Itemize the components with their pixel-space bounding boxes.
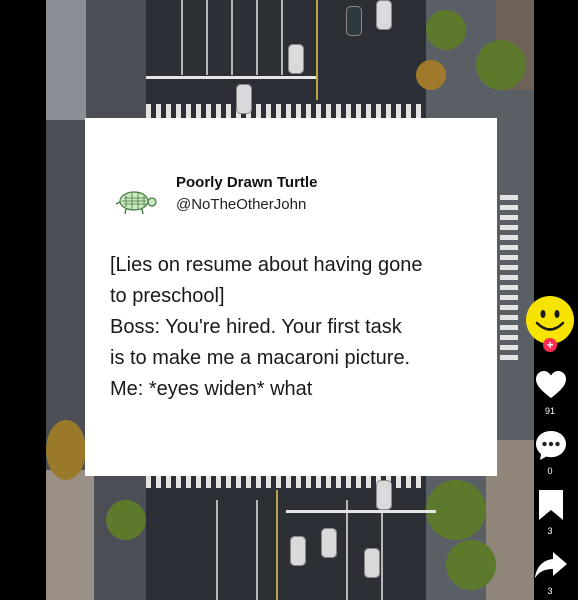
comment-count: 0 (547, 466, 553, 476)
lane-marking (256, 0, 258, 75)
tree (446, 540, 496, 590)
lane-marking (276, 490, 278, 600)
author-handle: @NoTheOtherJohn (176, 196, 307, 213)
bookmark-icon[interactable] (534, 488, 568, 522)
tweet-line: is to make me a macaroni picture. (110, 347, 411, 369)
car (376, 480, 392, 510)
car (236, 84, 252, 114)
lane-marking (346, 500, 348, 600)
tweet-text: [Lies on resume about having gone to pre… (110, 250, 490, 405)
stop-line (146, 76, 316, 79)
tree (106, 500, 146, 540)
heart-icon[interactable] (534, 368, 568, 402)
lane-marking (181, 0, 183, 75)
lane-marking (316, 0, 318, 100)
car (364, 548, 380, 578)
tree (416, 60, 446, 90)
creator-avatar[interactable] (526, 296, 574, 344)
like-count: 91 (544, 406, 555, 416)
share-arrow-icon[interactable] (534, 548, 568, 582)
car (290, 536, 306, 566)
author-name: Poorly Drawn Turtle (176, 174, 318, 191)
tweet-line: Boss: You're hired. Your first task (110, 316, 402, 338)
comment-bubble-icon[interactable] (534, 428, 568, 462)
lane-marking (231, 0, 233, 75)
lane-marking (381, 500, 383, 600)
crosswalk (500, 190, 518, 360)
building-left-top (46, 0, 86, 120)
lane-marking (216, 500, 218, 600)
tweet-line: [Lies on resume about having gone (110, 254, 423, 276)
follow-button[interactable]: + (543, 338, 557, 352)
author-avatar (108, 168, 166, 226)
tree (46, 420, 86, 480)
car (376, 0, 392, 30)
tree (476, 40, 526, 90)
lane-marking (256, 500, 258, 600)
share-count: 3 (547, 586, 553, 596)
car (321, 528, 337, 558)
building-left-bottom (46, 470, 94, 600)
smiley-face-icon (527, 297, 573, 343)
stop-line (286, 510, 436, 513)
tweet-line: Me: *eyes widen* what (110, 378, 313, 400)
tree (426, 10, 466, 50)
lane-marking (281, 0, 283, 75)
save-count: 3 (547, 526, 553, 536)
car (346, 6, 362, 36)
turtle-icon (115, 191, 157, 215)
tweet-line: to preschool] (110, 285, 225, 307)
lane-marking (206, 0, 208, 75)
crosswalk (146, 104, 426, 118)
car (288, 44, 304, 74)
